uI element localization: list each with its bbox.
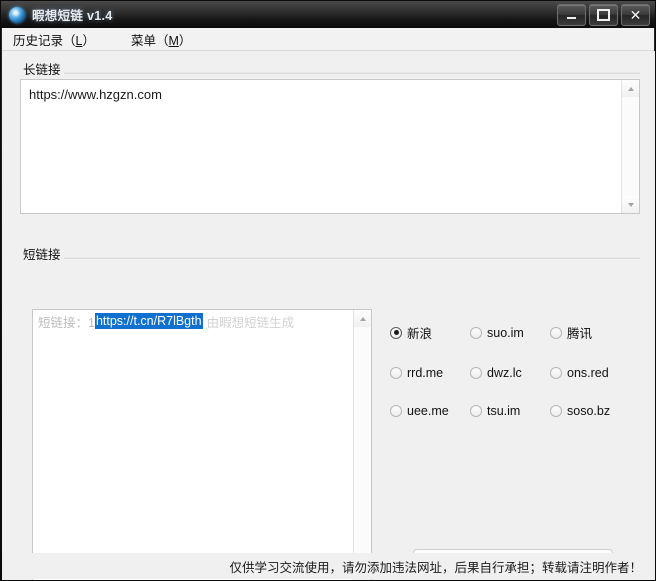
app-window: 暇想短链 v1.4 ✕ 历史记录（L） 菜单（M） 长链接 https://ww… [0,0,656,581]
short-link-group-divider [20,257,640,259]
short-link-prefix: 短链接：1 [38,315,95,330]
radio-provider-tsu-im[interactable]: tsu.im [470,404,550,418]
radio-icon [390,326,402,339]
title-bar[interactable]: 暇想短链 v1.4 ✕ [1,1,655,28]
menu-item-menu-close: ） [178,33,192,48]
short-link-list[interactable]: 短链接：1 https://t.cn/R7lBgth 由暇想短链生成 [32,309,372,580]
radio-provider-tencent[interactable]: 腾讯 [550,323,630,342]
client-area: 长链接 https://www.hzgzn.com 短链接 短链接：1 http… [2,51,655,580]
provider-row-3: uee.me tsu.im soso.bz [390,404,640,418]
radio-label: soso.bz [567,404,611,418]
radio-icon [550,326,562,339]
long-link-scrollbar[interactable] [621,80,639,213]
scroll-down-icon[interactable] [622,196,639,213]
radio-icon [470,367,482,379]
long-link-input[interactable]: https://www.hzgzn.com [20,79,640,214]
provider-row-2: rrd.me dwz.lc ons.red [390,366,640,380]
footer-bar: 仅供学习交流使用，请勿添加违法网址，后果自行承担；转载请注明作者！ [2,553,654,579]
maximize-button[interactable] [589,4,618,26]
short-link-group-label: 短链接 [20,244,64,263]
provider-row-1: 新浪 suo.im 腾讯 [390,323,640,342]
menu-item-menu[interactable]: 菜单（M） [129,28,203,51]
maximize-icon [590,5,617,25]
radio-label: dwz.lc [487,366,522,380]
radio-provider-rrd-me[interactable]: rrd.me [390,366,470,380]
radio-provider-dwz-lc[interactable]: dwz.lc [470,366,550,380]
radio-label: ons.red [567,366,609,380]
radio-provider-soso-bz[interactable]: soso.bz [550,404,630,418]
window-title: 暇想短链 v1.4 [32,9,113,23]
long-link-group-divider [20,72,640,74]
short-link-suffix: 由暇想短链生成 [206,315,295,330]
short-link-scrollbar[interactable] [353,310,371,580]
menu-item-menu-mnemonic: M [168,33,179,48]
radio-icon [470,326,482,339]
menu-item-menu-label: 菜单（ [130,33,169,48]
short-link-scroll-track[interactable] [354,327,371,563]
radio-icon [550,405,562,417]
radio-label: rrd.me [407,366,444,380]
scroll-up-icon[interactable] [354,310,371,327]
provider-radio-group: 新浪 suo.im 腾讯 rrd.me dwz.lc ons.red uee.m… [390,323,640,442]
scroll-up-icon[interactable] [622,80,639,97]
radio-icon [470,405,482,417]
footer-notice: 仅供学习交流使用，请勿添加违法网址，后果自行承担；转载请注明作者！ [229,560,642,575]
window-controls: ✕ [557,4,650,26]
radio-icon [550,367,562,379]
long-link-scroll-track[interactable] [622,97,639,196]
app-logo-icon [9,6,25,23]
radio-provider-ons-red[interactable]: ons.red [550,366,630,380]
minimize-icon [558,5,585,25]
short-link-row[interactable]: 短链接：1 https://t.cn/R7lBgth 由暇想短链生成 [33,310,353,332]
menu-item-history-close: ） [82,33,95,48]
radio-label: 新浪 [407,327,433,341]
radio-label: uee.me [407,404,449,418]
radio-icon [390,367,402,379]
long-link-group-label: 长链接 [20,59,64,78]
radio-label: suo.im [487,325,524,340]
radio-provider-suo-im[interactable]: suo.im [470,323,550,342]
radio-label: 腾讯 [567,327,593,341]
radio-provider-uee-me[interactable]: uee.me [390,404,470,418]
menu-bar: 历史记录（L） 菜单（M） [2,28,654,51]
close-button[interactable]: ✕ [621,4,650,26]
long-link-value: https://www.hzgzn.com [29,87,162,102]
minimize-button[interactable] [557,4,586,26]
radio-provider-sina[interactable]: 新浪 [390,323,470,342]
menu-item-history-label: 历史记录（ [13,33,76,48]
radio-label: tsu.im [487,404,521,418]
menu-item-history[interactable]: 历史记录（L） [11,28,107,51]
close-icon: ✕ [629,7,642,23]
radio-icon [390,405,402,417]
short-link-url[interactable]: https://t.cn/R7lBgth [94,313,203,329]
